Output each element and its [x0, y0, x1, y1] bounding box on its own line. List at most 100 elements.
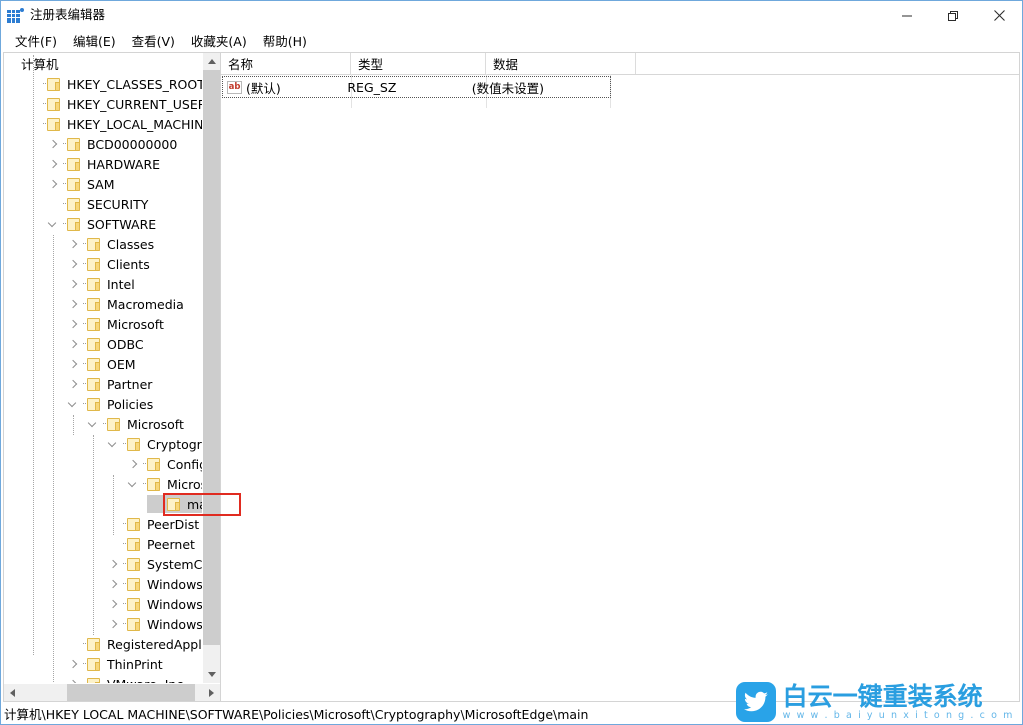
- tree-item-label: VMware, Inc.: [107, 678, 187, 684]
- folder-icon: [87, 257, 102, 271]
- folder-icon: [127, 517, 142, 531]
- folder-icon: [147, 477, 162, 491]
- scroll-up-icon[interactable]: [203, 53, 220, 70]
- tree-item[interactable]: ThinPrint: [4, 654, 202, 674]
- watermark-title: 白云一键重装系统: [782, 681, 983, 711]
- folder-icon: [67, 177, 82, 191]
- folder-icon: [147, 457, 162, 471]
- folder-icon: [127, 557, 142, 571]
- folder-icon: [67, 197, 82, 211]
- watermark: 白云一键重装系统 w w w . b a i y u n x i t o n g…: [735, 681, 1014, 722]
- registry-values-pane: 名称 类型 数据 ab (默认) REG_SZ (数值未设置): [220, 52, 1020, 702]
- tree-item-label: HKEY_CURRENT_USER: [67, 96, 202, 112]
- table-row[interactable]: ab (默认) REG_SZ (数值未设置): [222, 76, 611, 98]
- chevron-down-icon[interactable]: [86, 414, 101, 434]
- folder-icon: [47, 97, 62, 111]
- chevron-down-icon[interactable]: [46, 214, 61, 234]
- chevron-right-icon[interactable]: [66, 334, 81, 354]
- menu-favorites[interactable]: 收藏夹(A): [183, 29, 255, 53]
- tree-expander-empty: [6, 54, 21, 74]
- tree-expander-empty: [106, 534, 121, 554]
- window-title: 注册表编辑器: [30, 7, 106, 23]
- tree-item-label: Microsoft: [127, 416, 184, 432]
- tree-item-label: SAM: [87, 176, 115, 192]
- chevron-right-icon[interactable]: [66, 354, 81, 374]
- chevron-right-icon[interactable]: [106, 594, 121, 614]
- chevron-right-icon[interactable]: [66, 314, 81, 334]
- tree-item-label: ThinPrint: [107, 656, 163, 672]
- chevron-down-icon[interactable]: [106, 434, 121, 454]
- tree-vertical-scrollbar[interactable]: [202, 53, 220, 683]
- folder-icon: [87, 637, 102, 651]
- vscroll-thumb[interactable]: [203, 70, 220, 645]
- chevron-down-icon[interactable]: [66, 394, 81, 414]
- chevron-right-icon[interactable]: [46, 154, 61, 174]
- scroll-left-icon[interactable]: [4, 684, 21, 701]
- folder-icon: [67, 217, 82, 231]
- value-name: (默认): [246, 80, 281, 96]
- chevron-right-icon[interactable]: [46, 134, 61, 154]
- tree-item-label: Microsoft: [107, 316, 164, 332]
- chevron-right-icon[interactable]: [106, 554, 121, 574]
- chevron-right-icon[interactable]: [46, 174, 61, 194]
- registry-tree-pane: 计算机 HKEY_CLASSES_ROOT HKEY_CURRENT_USER HKE…: [3, 52, 220, 702]
- vscroll-track[interactable]: [203, 70, 220, 666]
- menubar: 文件(F) 编辑(E) 查看(V) 收藏夹(A) 帮助(H): [1, 30, 1022, 52]
- tree-item-label: Clients: [107, 256, 150, 272]
- folder-icon: [87, 277, 102, 291]
- chevron-right-icon[interactable]: [66, 254, 81, 274]
- tree-item-label: SystemCertificates: [147, 556, 202, 572]
- tree-item[interactable]: VMware, Inc.: [4, 674, 202, 683]
- chevron-right-icon[interactable]: [126, 454, 141, 474]
- tree-guide-line: [53, 235, 54, 683]
- chevron-right-icon[interactable]: [106, 574, 121, 594]
- column-type[interactable]: 类型: [351, 53, 486, 74]
- tree-guide-line: [93, 435, 94, 635]
- minimize-icon[interactable]: [884, 1, 930, 30]
- tree-horizontal-scrollbar[interactable]: [4, 683, 220, 701]
- tree-guide-line: [33, 55, 34, 655]
- folder-icon: [127, 537, 142, 551]
- chevron-right-icon[interactable]: [66, 294, 81, 314]
- chevron-right-icon[interactable]: [66, 374, 81, 394]
- tree-item-label: Partner: [107, 376, 153, 392]
- menu-view[interactable]: 查看(V): [124, 29, 183, 53]
- value-data: (数值未设置): [471, 80, 545, 96]
- column-name[interactable]: 名称: [221, 53, 351, 74]
- tree-item-label: Windows Defender: [147, 596, 202, 612]
- folder-icon: [87, 317, 102, 331]
- folder-icon: [127, 617, 142, 631]
- tree-item-label: HARDWARE: [87, 156, 161, 172]
- chevron-right-icon[interactable]: [66, 674, 81, 683]
- tree-item-label: Configuration: [167, 456, 202, 472]
- folder-icon: [107, 417, 122, 431]
- menu-file[interactable]: 文件(F): [7, 29, 65, 53]
- tree-item-label: HKEY_LOCAL_MACHINE: [67, 116, 202, 132]
- chevron-down-icon[interactable]: [126, 474, 141, 494]
- menu-edit[interactable]: 编辑(E): [65, 29, 124, 53]
- watermark-url: w w w . b a i y u n x i t o n g . c o m: [782, 709, 1014, 721]
- scroll-down-icon[interactable]: [203, 666, 220, 683]
- tree-expander-empty: [66, 634, 81, 654]
- folder-icon: [127, 597, 142, 611]
- tree-item-label: SOFTWARE: [87, 216, 157, 232]
- tree-item-label: 计算机: [21, 56, 59, 72]
- hscroll-thumb[interactable]: [67, 684, 195, 701]
- menu-help[interactable]: 帮助(H): [255, 29, 315, 53]
- hscroll-track[interactable]: [21, 684, 203, 701]
- tree-item-label: RegisteredApplications: [107, 636, 202, 652]
- tree-item-label: Cryptography: [147, 436, 202, 452]
- chevron-right-icon[interactable]: [106, 614, 121, 634]
- registry-editor-window: 注册表编辑器 文件(F) 编辑(E) 查看(V) 收藏夹(A) 帮助(H) 计算…: [0, 0, 1023, 725]
- restore-icon[interactable]: [930, 1, 976, 30]
- chevron-right-icon[interactable]: [66, 274, 81, 294]
- scroll-right-icon[interactable]: [203, 684, 220, 701]
- folder-icon: [87, 337, 102, 351]
- chevron-right-icon[interactable]: [66, 234, 81, 254]
- close-icon[interactable]: [976, 1, 1022, 30]
- chevron-right-icon[interactable]: [66, 654, 81, 674]
- column-data[interactable]: 数据: [486, 53, 636, 74]
- tree-item-label: Macromedia: [107, 296, 184, 312]
- value-type: REG_SZ: [347, 79, 397, 95]
- window-controls: [884, 1, 1022, 30]
